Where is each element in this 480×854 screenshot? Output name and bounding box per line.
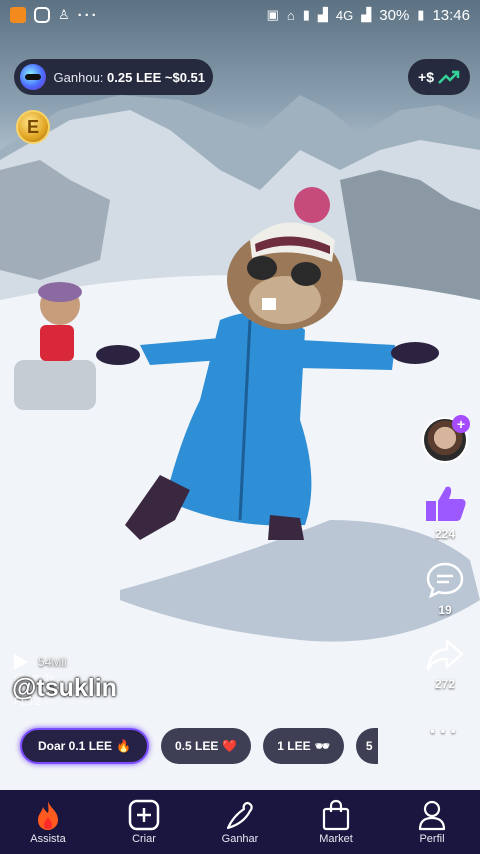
fire-icon: 🔥 [116, 739, 131, 753]
like-action[interactable]: 224 [422, 483, 468, 541]
battery-percent: 30% [379, 6, 410, 24]
coin-letter: E [26, 116, 39, 137]
sunglasses-icon: 🕶 [314, 739, 330, 753]
bottom-nav: Assista Criar Ganhar Market Perfil [0, 790, 480, 854]
add-funds-label: +$ [418, 69, 434, 85]
battery-icon: ▮ [417, 7, 425, 22]
donate-chip-0-5[interactable]: 0.5 LEE ❤️ [160, 728, 252, 764]
view-count: 54Mil [14, 654, 67, 670]
share-action[interactable]: 272 [425, 637, 465, 691]
nav-item-criar[interactable]: Criar [96, 799, 192, 845]
comment-count: 19 [438, 603, 452, 617]
coin-badge-icon[interactable]: E [16, 110, 50, 144]
nav-item-market[interactable]: Market [288, 799, 384, 845]
shopping-bag-icon [322, 799, 350, 831]
instagram-icon [34, 7, 50, 23]
action-column: + 224 19 272 ··· [420, 415, 470, 745]
earnings-avatar-icon [20, 64, 46, 90]
nav-label-assista: Assista [30, 833, 66, 845]
donate-chip-label: 0.5 LEE [174, 739, 219, 753]
person-icon [418, 800, 446, 831]
video-frame[interactable] [0, 0, 480, 790]
signal-icon: ▟ [317, 7, 328, 22]
earnings-pill[interactable]: Ganhou: 0.25 LEE ~$0.51 [14, 59, 213, 95]
add-funds-button[interactable]: +$ [408, 59, 470, 95]
nav-item-perfil[interactable]: Perfil [384, 799, 480, 845]
donate-chip-5[interactable]: 5 [355, 728, 378, 764]
heart-icon: ❤️ [222, 739, 238, 753]
pepper-icon [226, 801, 253, 830]
earnings-label: Ganhou: [53, 69, 104, 85]
cast-icon: ⌂ [286, 7, 295, 23]
nav-item-assista[interactable]: Assista [0, 799, 96, 845]
nav-label-ganhar: Ganhar [221, 833, 259, 845]
nav-label-criar: Criar [132, 833, 156, 845]
accessibility-icon: ♙ [58, 7, 70, 22]
status-bar-left: ♙ ··· [10, 7, 99, 24]
more-notifications-icon: ··· [77, 6, 99, 24]
nav-item-ganhar[interactable]: Ganhar [192, 799, 288, 845]
earnings-text: Ganhou: 0.25 LEE ~$0.51 [54, 70, 205, 85]
status-bar-right: ▣ ⌂ ▮ ▟ 4G ▟ 30% ▮ 13:46 [267, 7, 470, 24]
app-notification-icon [10, 7, 26, 23]
donate-chip-0-1[interactable]: Doar 0.1 LEE 🔥 [20, 728, 149, 764]
share-arrow-icon [426, 639, 464, 671]
overlay-tag-bottom: FETZ [14, 696, 42, 708]
flame-icon [38, 801, 58, 830]
snow-scene-illustration [0, 95, 480, 790]
battery-saver-icon: ▣ [266, 7, 279, 22]
follow-plus-icon[interactable]: + [452, 415, 470, 433]
donate-chip-label: 1 LEE [277, 739, 311, 753]
thumbs-up-icon [426, 486, 466, 521]
play-icon [14, 654, 28, 670]
nav-label-perfil: Perfil [419, 833, 445, 845]
earnings-approx: ~$0.51 [164, 69, 205, 85]
like-count: 224 [434, 527, 456, 541]
more-options-icon[interactable]: ··· [430, 719, 461, 745]
share-count: 272 [434, 677, 456, 691]
comment-action[interactable]: 19 [425, 561, 465, 617]
sim-icon: ▮ [302, 7, 310, 22]
donate-chip-label: Doar 0.1 LEE [38, 739, 113, 753]
network-type: 4G [335, 7, 354, 23]
signal-2-icon: ▟ [361, 7, 372, 22]
clock: 13:46 [432, 6, 470, 24]
earnings-value: 0.25 LEE [107, 69, 162, 85]
donate-chip-1[interactable]: 1 LEE 🕶 [263, 728, 344, 764]
status-bar: ♙ ··· ▣ ⌂ ▮ ▟ 4G ▟ 30% ▮ 13:46 [0, 0, 480, 30]
donate-row: Doar 0.1 LEE 🔥 0.5 LEE ❤️ 1 LEE 🕶 5 [20, 728, 378, 764]
donate-chip-label: 5 [365, 739, 373, 753]
creator-avatar[interactable]: + [422, 415, 470, 463]
trend-up-icon [438, 70, 460, 84]
comment-icon [426, 562, 464, 599]
nav-label-market: Market [319, 833, 353, 845]
view-count-value: 54Mil [38, 655, 67, 669]
plus-square-icon [128, 799, 160, 831]
